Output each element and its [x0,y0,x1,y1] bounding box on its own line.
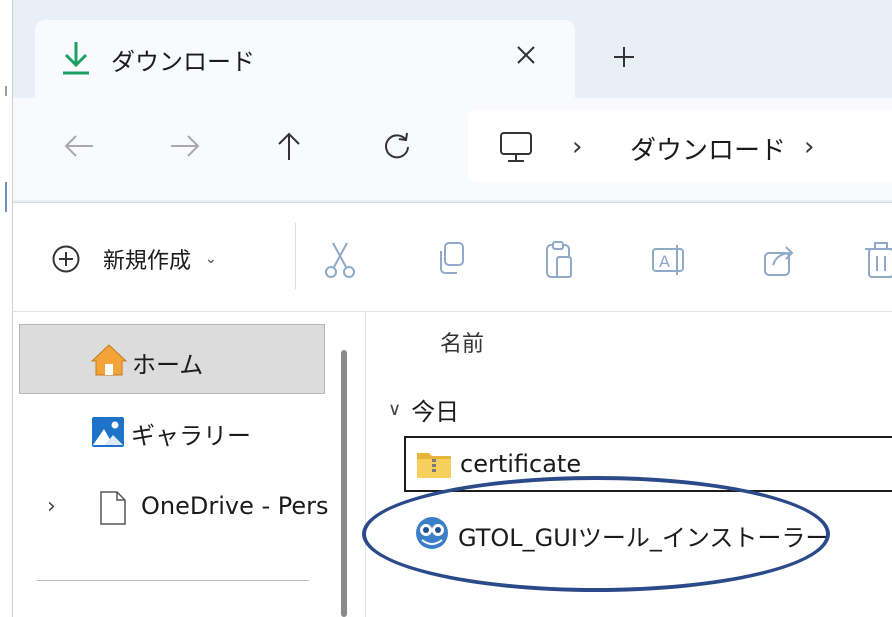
edge-mark [5,86,7,96]
navigation-bar: › ダウンロード › [13,98,892,200]
installer-app-icon [416,517,448,549]
refresh-icon [385,132,409,159]
arrow-left-icon [64,135,93,157]
home-icon [90,344,128,376]
rename-icon[interactable]: A [649,239,689,281]
chevron-down-icon: ⌄ [205,251,217,267]
sidebar-item-label: ギャラリー [131,422,251,450]
new-button[interactable]: 新規作成 ⌄ [51,239,217,279]
cut-icon[interactable] [320,239,360,281]
sidebar-item-label: OneDrive - Perso [141,492,329,520]
pc-icon [500,132,532,162]
file-name: GTOL_GUIツール_インストーラー [458,524,830,552]
plus-circle-icon [52,245,80,273]
sidebar-scrollbar[interactable] [341,350,347,617]
share-icon[interactable] [759,239,799,281]
group-label: 今日 [411,398,460,426]
column-header-name[interactable]: 名前 [440,326,484,358]
back-button[interactable] [57,124,101,168]
file-row-installer[interactable]: GTOL_GUIツール_インストーラー [404,508,892,564]
document-icon [100,491,126,525]
up-button[interactable] [267,124,311,168]
edge-mark [5,182,7,212]
address-bar[interactable]: › ダウンロード › [468,110,892,182]
tab-title: ダウンロード [111,48,255,76]
file-name: certificate [460,450,582,478]
chevron-down-icon: ∨ [388,399,402,420]
arrow-right-icon [171,135,200,157]
paste-icon[interactable] [539,239,579,281]
command-bar: 新規作成 ⌄ A [13,203,892,312]
breadcrumb-separator[interactable]: › [572,132,582,162]
window-left-edge [0,0,13,617]
file-row-certificate[interactable]: certificate [404,436,892,492]
delete-icon[interactable] [861,239,892,281]
tab-downloads[interactable]: ダウンロード [35,20,575,98]
close-icon[interactable] [509,38,543,72]
group-header-today[interactable]: ∨ 今日 [388,392,459,427]
plus-icon [614,47,634,67]
command-separator [295,223,296,289]
new-button-label: 新規作成 [103,249,192,274]
new-tab-button[interactable] [603,36,645,78]
sidebar-item-label: ホーム [132,351,204,379]
gallery-icon [92,417,124,447]
sidebar-item-onedrive[interactable]: › OneDrive - Perso [19,480,329,536]
file-list: 名前 ∨ 今日 certificate GTOL_GUIツール_インストーラー [366,312,892,617]
sidebar-divider [37,580,309,581]
refresh-button[interactable] [375,124,419,168]
chevron-right-icon[interactable]: › [47,494,56,519]
breadcrumb-separator[interactable]: › [804,132,814,162]
copy-icon[interactable] [431,239,471,281]
arrow-up-icon [278,132,300,160]
sidebar-item-home[interactable]: ホーム [19,324,325,394]
sidebar-item-gallery[interactable]: ギャラリー [19,404,325,460]
breadcrumb-downloads[interactable]: ダウンロード [630,130,786,167]
download-icon [63,42,89,75]
navigation-pane: ホーム ギャラリー › OneDrive - Perso [13,312,365,617]
forward-button[interactable] [163,124,207,168]
svg-text:A: A [659,252,670,271]
zip-folder-icon [417,453,451,478]
